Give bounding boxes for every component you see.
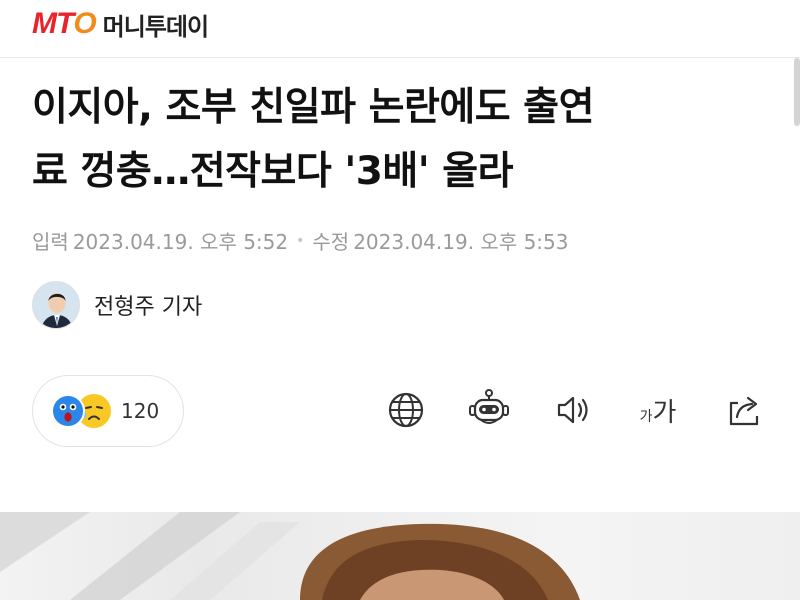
article-headline: 이지아, 조부 친일파 논란에도 출연 료 껑충…전작보다 '3배' 올라 [32, 76, 772, 204]
summary-bot-button[interactable] [467, 388, 511, 432]
article-photo-image [0, 512, 800, 600]
author-avatar-image [33, 282, 79, 328]
font-small-glyph: 가 [639, 408, 653, 425]
headline-line-2: 료 껑충…전작보다 '3배' 올라 [32, 149, 514, 194]
listen-button[interactable] [552, 388, 596, 432]
author-byline[interactable]: 전형주 기자 [32, 281, 202, 329]
headline-line-1: 이지아, 조부 친일파 논란에도 출연 [32, 85, 594, 130]
site-name: 머니투데이 [102, 12, 209, 41]
globe-icon [388, 392, 424, 428]
logo-o-text: O [73, 7, 97, 40]
font-size-icon: 가가 [640, 392, 677, 429]
logo-mt-text: MT [32, 7, 74, 40]
surprised-emoji-icon [51, 394, 85, 428]
date-separator: • [296, 232, 305, 249]
input-label: 입력 [32, 230, 69, 254]
article-dates: 입력 2023.04.19. 오후 5:52 • 수정 2023.04.19. … [32, 226, 568, 255]
share-button[interactable] [722, 388, 766, 432]
edit-date: 2023.04.19. 오후 5:53 [353, 230, 569, 254]
translate-button[interactable] [384, 388, 428, 432]
edit-label: 수정 [312, 230, 350, 254]
share-icon [729, 396, 759, 426]
font-big-glyph: 가 [652, 397, 677, 428]
header-divider [0, 57, 800, 58]
reaction-count: 120 [121, 399, 160, 423]
robot-icon [469, 389, 509, 424]
author-avatar [32, 281, 80, 329]
reaction-button[interactable]: 120 [32, 375, 184, 447]
author-name: 전형주 기자 [94, 295, 203, 320]
scrollbar[interactable] [794, 58, 800, 126]
font-size-button[interactable]: 가가 [636, 388, 680, 432]
site-logo[interactable]: MT O 머니투데이 [32, 6, 209, 42]
input-date: 2023.04.19. 오후 5:52 [72, 230, 289, 254]
speaker-icon [557, 396, 588, 424]
article-photo[interactable] [0, 512, 800, 600]
